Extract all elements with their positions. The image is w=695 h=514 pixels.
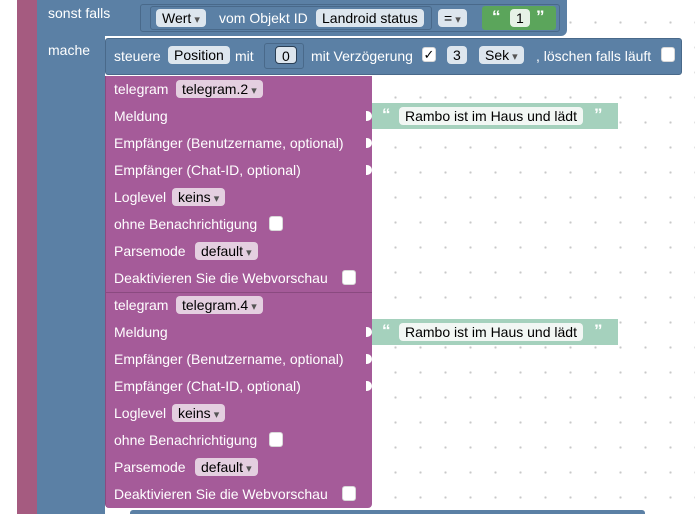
next-block-edge bbox=[130, 510, 645, 514]
disable-preview-label: Deaktivieren Sie die Webvorschau bbox=[114, 486, 328, 502]
telegram-title: telegram bbox=[114, 297, 169, 313]
compare-value-field[interactable]: 1 bbox=[510, 9, 530, 27]
parsemode-dropdown[interactable]: default bbox=[195, 458, 258, 476]
clear-running-checkbox[interactable] bbox=[661, 47, 675, 62]
message-label: Meldung bbox=[114, 108, 168, 124]
delay-amount-field[interactable]: 3 bbox=[447, 46, 467, 64]
loglevel-label: Loglevel bbox=[114, 189, 167, 205]
do-label: mache bbox=[48, 42, 91, 58]
message-text-field[interactable]: Rambo ist im Haus und lädt bbox=[399, 323, 583, 341]
telegram-instance-dropdown[interactable]: telegram.2 bbox=[176, 80, 263, 98]
clear-label: , löschen falls läuft bbox=[536, 48, 652, 64]
silent-checkbox[interactable] bbox=[269, 432, 283, 447]
outer-block-edge bbox=[17, 0, 37, 514]
message-label: Meldung bbox=[114, 324, 168, 340]
disable-preview-checkbox[interactable] bbox=[342, 486, 356, 501]
else-if-label: sonst falls bbox=[48, 5, 111, 21]
parsemode-label: Parsemode bbox=[114, 459, 186, 475]
parsemode-label: Parsemode bbox=[114, 243, 186, 259]
loglevel-dropdown[interactable]: keins bbox=[172, 404, 226, 422]
message-text-block[interactable]: “ Rambo ist im Haus und lädt ” bbox=[372, 319, 618, 345]
quote-close-icon: ” bbox=[594, 321, 603, 340]
message-text-field[interactable]: Rambo ist im Haus und lädt bbox=[399, 107, 583, 125]
delay-label: mit Verzögerung bbox=[311, 48, 413, 64]
loglevel-label: Loglevel bbox=[114, 405, 167, 421]
quote-open-icon: “ bbox=[382, 105, 391, 124]
silent-checkbox[interactable] bbox=[269, 216, 283, 231]
disable-preview-checkbox[interactable] bbox=[342, 270, 356, 285]
from-object-label: vom Objekt ID bbox=[219, 10, 308, 26]
target-field[interactable]: Position bbox=[168, 46, 230, 64]
unit-dropdown[interactable]: Sek bbox=[479, 46, 524, 64]
recipient-chat-label: Empfänger (Chat-ID, optional) bbox=[114, 378, 301, 394]
recipient-chat-label: Empfänger (Chat-ID, optional) bbox=[114, 162, 301, 178]
delay-checkbox[interactable]: ✓ bbox=[422, 47, 436, 62]
quote-open-icon: “ bbox=[492, 7, 501, 26]
operator-dropdown[interactable]: = bbox=[438, 9, 467, 27]
control-label: steuere bbox=[114, 48, 161, 64]
telegram-instance-dropdown[interactable]: telegram.4 bbox=[176, 296, 263, 314]
quote-open-icon: “ bbox=[382, 321, 391, 340]
with-label: mit bbox=[235, 48, 254, 64]
attribute-dropdown[interactable]: Wert bbox=[156, 9, 206, 27]
quote-close-icon: ” bbox=[594, 105, 603, 124]
recipient-user-label: Empfänger (Benutzername, optional) bbox=[114, 351, 344, 367]
recipient-user-label: Empfänger (Benutzername, optional) bbox=[114, 135, 344, 151]
disable-preview-label: Deaktivieren Sie die Webvorschau bbox=[114, 270, 328, 286]
parsemode-dropdown[interactable]: default bbox=[195, 242, 258, 260]
silent-label: ohne Benachrichtigung bbox=[114, 216, 258, 232]
silent-label: ohne Benachrichtigung bbox=[114, 432, 258, 448]
loglevel-dropdown[interactable]: keins bbox=[172, 188, 226, 206]
quote-close-icon: ” bbox=[536, 7, 545, 26]
telegram-title: telegram bbox=[114, 81, 169, 97]
object-id-field[interactable]: Landroid status bbox=[316, 9, 424, 27]
value-field[interactable]: 0 bbox=[275, 46, 297, 64]
message-text-block[interactable]: “ Rambo ist im Haus und lädt ” bbox=[372, 103, 618, 129]
